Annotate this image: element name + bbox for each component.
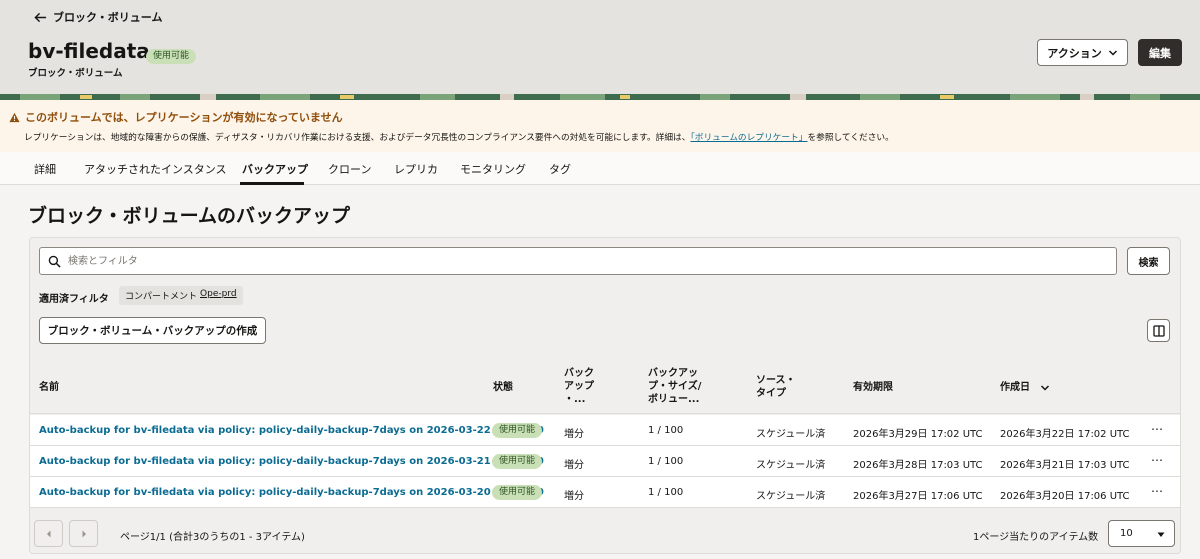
previous-page-button[interactable] xyxy=(34,520,63,547)
caret-down-icon xyxy=(1157,532,1165,537)
row-actions-more-icon[interactable]: ⋯ xyxy=(1151,422,1164,436)
chevron-left-icon xyxy=(46,530,50,537)
table-row: Auto-backup for bv-filedata via policy: … xyxy=(30,446,1180,477)
applied-filters-label: 適用済フィルタ xyxy=(39,294,109,305)
created-cell: 2026年3月20日 17:06 UTC xyxy=(1000,491,1130,502)
items-per-page-label: 1ページ当たりのアイテム数 xyxy=(973,532,1099,543)
size-cell: 1 / 100 xyxy=(648,425,684,436)
banner-message-text: レプリケーションは、地域的な障害からの保護、ディザスタ・リカバリ作業における支援… xyxy=(24,133,691,143)
column-header-name[interactable]: 名前 xyxy=(39,381,59,394)
row-actions-more-icon[interactable]: ⋯ xyxy=(1151,484,1164,498)
column-header-backup-type[interactable]: バック アップ ・... xyxy=(564,367,594,406)
edit-button[interactable]: 編集 xyxy=(1138,39,1182,66)
manage-columns-button[interactable] xyxy=(1147,319,1170,342)
tab-details[interactable]: 詳細 xyxy=(34,161,56,177)
backup-type-cell: 増分 xyxy=(564,460,584,471)
tab-replicas[interactable]: レプリカ xyxy=(394,161,438,177)
backup-name-link[interactable]: Auto-backup for bv-filedata via policy: … xyxy=(39,487,544,498)
expiry-cell: 2026年3月27日 17:06 UTC xyxy=(853,491,983,502)
size-cell: 1 / 100 xyxy=(648,487,684,498)
back-link-label: ブロック・ボリューム xyxy=(53,11,163,24)
warning-icon xyxy=(9,112,20,122)
row-actions-more-icon[interactable]: ⋯ xyxy=(1151,453,1164,467)
created-cell: 2026年3月21日 17:03 UTC xyxy=(1000,460,1130,471)
tab-attached-instances[interactable]: アタッチされたインスタンス xyxy=(84,161,227,177)
banner-message-suffix: を参照してください。 xyxy=(807,133,894,143)
active-tab-indicator xyxy=(240,182,304,185)
table-row: Auto-backup for bv-filedata via policy: … xyxy=(30,415,1180,446)
chevron-down-icon xyxy=(1108,49,1117,56)
create-backup-button[interactable]: ブロック・ボリューム・バックアップの作成 xyxy=(39,317,266,344)
columns-icon xyxy=(1152,324,1165,337)
source-type-cell: スケジュール済 xyxy=(756,429,826,440)
search-button[interactable]: 検索 xyxy=(1127,247,1170,275)
expiry-cell: 2026年3月29日 17:02 UTC xyxy=(853,429,983,440)
replication-warning-banner: このボリュームでは、レプリケーションが有効になっていません レプリケーションは、… xyxy=(0,100,1200,152)
resource-type-label: ブロック・ボリューム xyxy=(28,68,123,79)
page-title: bv-filedata xyxy=(28,39,150,63)
tab-clones[interactable]: クローン xyxy=(328,161,371,177)
search-icon xyxy=(48,255,61,268)
filter-chip-key: コンパートメント xyxy=(125,292,198,302)
tab-backups[interactable]: バックアップ xyxy=(242,161,308,177)
table-header: 名前 状態 バック アップ ・... バックアッ プ・サイズ/ ボリュー... … xyxy=(30,357,1180,414)
status-badge: 使用可能 xyxy=(492,485,543,500)
column-header-created-label: 作成日 xyxy=(1000,382,1030,393)
chevron-right-icon xyxy=(82,530,86,537)
expiry-cell: 2026年3月28日 17:03 UTC xyxy=(853,460,983,471)
created-cell: 2026年3月22日 17:02 UTC xyxy=(1000,429,1130,440)
tab-bar: 詳細 アタッチされたインスタンス バックアップ クローン レプリカ モニタリング… xyxy=(0,152,1200,185)
items-per-page-value: 10 xyxy=(1120,528,1133,539)
status-badge: 使用可能 xyxy=(492,454,543,469)
section-title: ブロック・ボリュームのバックアップ xyxy=(28,205,351,227)
page-header: ブロック・ボリューム bv-filedata 使用可能 ブロック・ボリューム ア… xyxy=(0,0,1200,94)
items-per-page-select[interactable]: 10 xyxy=(1108,520,1175,547)
table-row: Auto-backup for bv-filedata via policy: … xyxy=(30,477,1180,508)
banner-title: このボリュームでは、レプリケーションが有効になっていません xyxy=(25,111,343,124)
source-type-cell: スケジュール済 xyxy=(756,460,826,471)
search-field[interactable] xyxy=(39,247,1117,275)
column-header-state[interactable]: 状態 xyxy=(493,381,513,394)
backup-name-link[interactable]: Auto-backup for bv-filedata via policy: … xyxy=(39,425,544,436)
column-header-size[interactable]: バックアッ プ・サイズ/ ボリュー... xyxy=(648,367,701,406)
status-badge: 使用可能 xyxy=(146,49,197,64)
back-link[interactable]: ブロック・ボリューム xyxy=(34,9,162,25)
replicate-volume-link[interactable]: 「ボリュームのレプリケート」 xyxy=(690,133,807,143)
next-page-button[interactable] xyxy=(69,520,98,547)
column-header-source-type[interactable]: ソース・ タイプ xyxy=(756,374,796,400)
backup-type-cell: 増分 xyxy=(564,491,584,502)
banner-message: レプリケーションは、地域的な障害からの保護、ディザスタ・リカバリ作業における支援… xyxy=(24,130,894,143)
actions-menu-button[interactable]: アクション xyxy=(1037,39,1128,66)
backup-type-cell: 増分 xyxy=(564,429,584,440)
arrow-left-icon xyxy=(34,12,47,22)
column-header-created[interactable]: 作成日 xyxy=(1000,381,1050,394)
column-header-expiry[interactable]: 有効期限 xyxy=(853,381,893,394)
backup-name-link[interactable]: Auto-backup for bv-filedata via policy: … xyxy=(39,456,544,467)
filter-chip-value[interactable]: Ope-prd xyxy=(200,289,237,302)
compartment-filter-chip[interactable]: コンパートメント Ope-prd xyxy=(119,286,243,305)
tab-monitoring[interactable]: モニタリング xyxy=(460,161,526,177)
size-cell: 1 / 100 xyxy=(648,456,684,467)
source-type-cell: スケジュール済 xyxy=(756,491,826,502)
search-input[interactable] xyxy=(68,252,1108,270)
status-badge: 使用可能 xyxy=(492,423,543,438)
actions-menu-label: アクション xyxy=(1047,46,1102,60)
sort-descending-icon xyxy=(1040,384,1050,391)
pagination-summary: ページ1/1 (合計3のうちの1 - 3アイテム) xyxy=(120,532,305,543)
tab-tags[interactable]: タグ xyxy=(549,161,571,177)
